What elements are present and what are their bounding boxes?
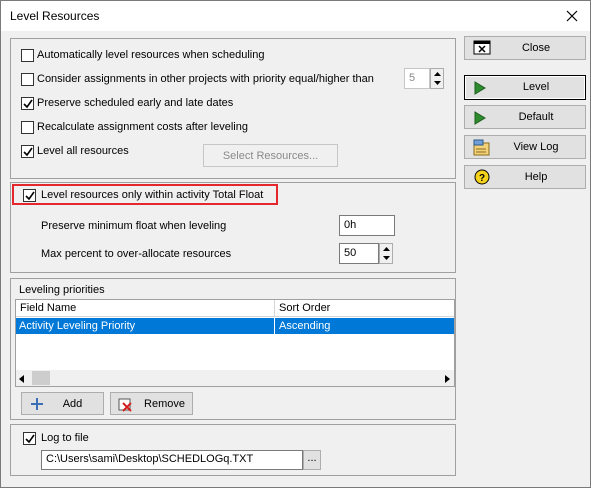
recalculate-costs-checkbox[interactable] xyxy=(21,121,34,134)
level-resources-dialog: Level Resources Automatically level reso… xyxy=(0,0,591,488)
table-row[interactable]: Activity Leveling Priority Ascending xyxy=(16,318,454,334)
auto-level-label: Automatically level resources when sched… xyxy=(37,49,265,61)
add-button-label: Add xyxy=(62,398,83,410)
preserve-float-label: Preserve minimum float when leveling xyxy=(41,220,227,232)
max-percent-spinner[interactable] xyxy=(379,243,393,264)
spin-down-icon[interactable] xyxy=(380,254,392,264)
column-header-field-name[interactable]: Field Name xyxy=(16,300,275,317)
log-to-file-label: Log to file xyxy=(41,432,89,444)
level-all-resources-checkbox[interactable] xyxy=(21,145,34,158)
browse-button[interactable]: ... xyxy=(303,450,321,470)
default-button[interactable]: Default xyxy=(464,105,586,129)
checkmark-icon xyxy=(23,99,33,109)
log-path-input[interactable]: C:\Users\sami\Desktop\SCHEDLOGq.TXT xyxy=(41,450,303,470)
level-button[interactable]: Level xyxy=(464,75,586,100)
consider-assignments-checkbox[interactable] xyxy=(21,73,34,86)
leveling-priorities-title: Leveling priorities xyxy=(19,284,105,296)
priority-spinner[interactable] xyxy=(430,68,444,89)
add-button[interactable]: Add xyxy=(21,392,104,415)
preserve-dates-checkbox[interactable] xyxy=(21,97,34,110)
consider-assignments-label: Consider assignments in other projects w… xyxy=(37,73,374,85)
field-name-cell: Activity Leveling Priority xyxy=(19,320,136,332)
remove-button[interactable]: Remove xyxy=(110,392,193,415)
preserve-dates-label: Preserve scheduled early and late dates xyxy=(37,97,234,109)
checkmark-icon xyxy=(23,147,33,157)
max-percent-label: Max percent to over-allocate resources xyxy=(41,248,232,260)
checkmark-icon xyxy=(25,191,35,201)
view-log-button[interactable]: View Log xyxy=(464,135,586,159)
close-button[interactable]: Close xyxy=(464,36,586,60)
leveling-priorities-grid: Field Name Sort Order Activity Leveling … xyxy=(15,299,455,387)
help-button-label: Help xyxy=(524,171,548,183)
select-resources-button[interactable]: Select Resources... xyxy=(203,144,338,167)
horizontal-scrollbar[interactable] xyxy=(16,370,454,386)
row-divider xyxy=(274,318,275,334)
recalculate-costs-label: Recalculate assignment costs after level… xyxy=(37,121,248,133)
title-bar: Level Resources xyxy=(1,1,590,31)
sort-order-cell: Ascending xyxy=(279,320,331,332)
level-button-label: Level xyxy=(522,81,550,93)
preserve-float-input[interactable]: 0h xyxy=(339,215,395,236)
close-button-label: Close xyxy=(521,42,551,54)
view-log-button-label: View Log xyxy=(513,141,559,153)
spin-up-icon[interactable] xyxy=(431,69,443,79)
spin-down-icon[interactable] xyxy=(431,79,443,89)
remove-button-label: Remove xyxy=(144,398,185,410)
scrollbar-thumb[interactable] xyxy=(32,371,50,385)
scroll-right-icon[interactable] xyxy=(445,374,450,386)
priority-input[interactable]: 5 xyxy=(404,68,430,89)
level-all-resources-label: Level all resources xyxy=(37,145,129,157)
auto-level-checkbox[interactable] xyxy=(21,49,34,62)
spin-up-icon[interactable] xyxy=(380,244,392,254)
help-button[interactable]: ? Help xyxy=(464,165,586,189)
total-float-label: Level resources only within activity Tot… xyxy=(41,189,264,201)
window-title: Level Resources xyxy=(10,9,100,23)
total-float-checkbox[interactable] xyxy=(23,189,36,202)
scroll-left-icon[interactable] xyxy=(19,374,24,386)
close-window-icon[interactable] xyxy=(554,1,590,31)
log-to-file-checkbox[interactable] xyxy=(23,432,36,445)
checkmark-icon xyxy=(25,434,35,444)
column-header-sort-order[interactable]: Sort Order xyxy=(275,300,454,317)
max-percent-input[interactable]: 50 xyxy=(339,243,379,264)
default-button-label: Default xyxy=(518,111,554,123)
